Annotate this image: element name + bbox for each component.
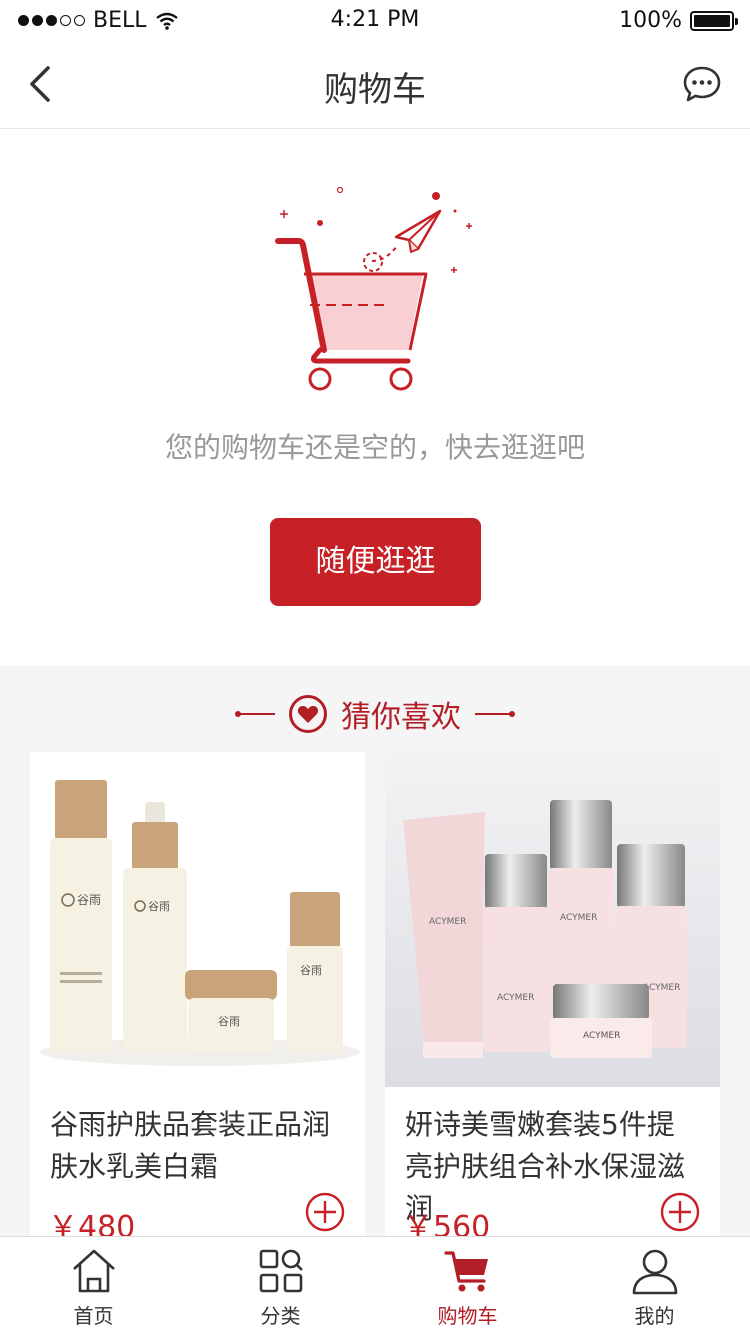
product-image[interactable]: ACYMER ACYMER ACYMER ACYMER ACYMER: [385, 752, 720, 1087]
brand-mark: 谷雨: [148, 900, 170, 913]
heart-icon: [289, 695, 327, 733]
tab-profile-label: 我的: [634, 1304, 675, 1328]
recommend-section: 猜你喜欢 谷雨 谷雨 谷雨 谷雨 谷雨护肤品套装正品润肤水乳美白霜 ￥480 A…: [0, 666, 750, 1242]
product-card[interactable]: 谷雨 谷雨 谷雨 谷雨 谷雨护肤品套装正品润肤水乳美白霜 ￥480: [30, 752, 365, 1242]
category-grid-icon: [259, 1249, 303, 1293]
product-card[interactable]: ACYMER ACYMER ACYMER ACYMER ACYMER 妍诗美雪嫩…: [385, 752, 720, 1242]
nav-bar: 购物车: [0, 40, 750, 129]
tab-category-label: 分类: [260, 1304, 301, 1328]
tab-home-label: 首页: [73, 1304, 114, 1328]
tab-profile[interactable]: 我的: [561, 1237, 748, 1335]
home-icon: [72, 1249, 115, 1293]
tab-cart-label: 购物车: [437, 1304, 498, 1328]
tab-home[interactable]: 首页: [0, 1237, 187, 1335]
cart-icon: [443, 1251, 488, 1292]
brand-mark: ACYMER: [429, 917, 466, 927]
divider-right: [475, 711, 515, 717]
brand-mark: ACYMER: [560, 913, 597, 923]
browse-button[interactable]: 随便逛逛: [270, 518, 481, 606]
brand-mark: 谷雨: [77, 893, 101, 907]
profile-icon: [632, 1249, 677, 1295]
empty-cart-section: 您的购物车还是空的，快去逛逛吧 随便逛逛: [0, 130, 750, 666]
recommend-title: 猜你喜欢: [341, 700, 461, 735]
empty-cart-illustration-icon: [275, 186, 472, 391]
page-title: 购物车: [324, 70, 426, 110]
divider-left: [235, 711, 275, 717]
battery-percent: 100%: [619, 8, 682, 33]
brand-mark: 谷雨: [218, 1015, 240, 1028]
product-name[interactable]: 谷雨护肤品套装正品润肤水乳美白霜: [50, 1104, 345, 1188]
brand-mark: ACYMER: [583, 1031, 620, 1041]
add-to-cart-icon[interactable]: [305, 1192, 345, 1232]
chat-bubble-icon[interactable]: [682, 64, 722, 104]
tab-category[interactable]: 分类: [187, 1237, 374, 1335]
tab-bar: 首页 分类 购物车 我的: [0, 1236, 750, 1334]
battery-status: 100%: [619, 8, 738, 33]
add-to-cart-icon[interactable]: [660, 1192, 700, 1232]
status-bar: BELL 4:21 PM 100%: [0, 0, 750, 40]
recommend-header: 猜你喜欢: [0, 694, 750, 735]
empty-cart-message: 您的购物车还是空的，快去逛逛吧: [164, 431, 585, 464]
tab-cart[interactable]: 购物车: [374, 1237, 561, 1335]
brand-mark: ACYMER: [497, 993, 534, 1003]
product-image[interactable]: 谷雨 谷雨 谷雨 谷雨: [30, 752, 365, 1087]
brand-mark: 谷雨: [300, 964, 322, 977]
battery-icon: [690, 10, 738, 31]
